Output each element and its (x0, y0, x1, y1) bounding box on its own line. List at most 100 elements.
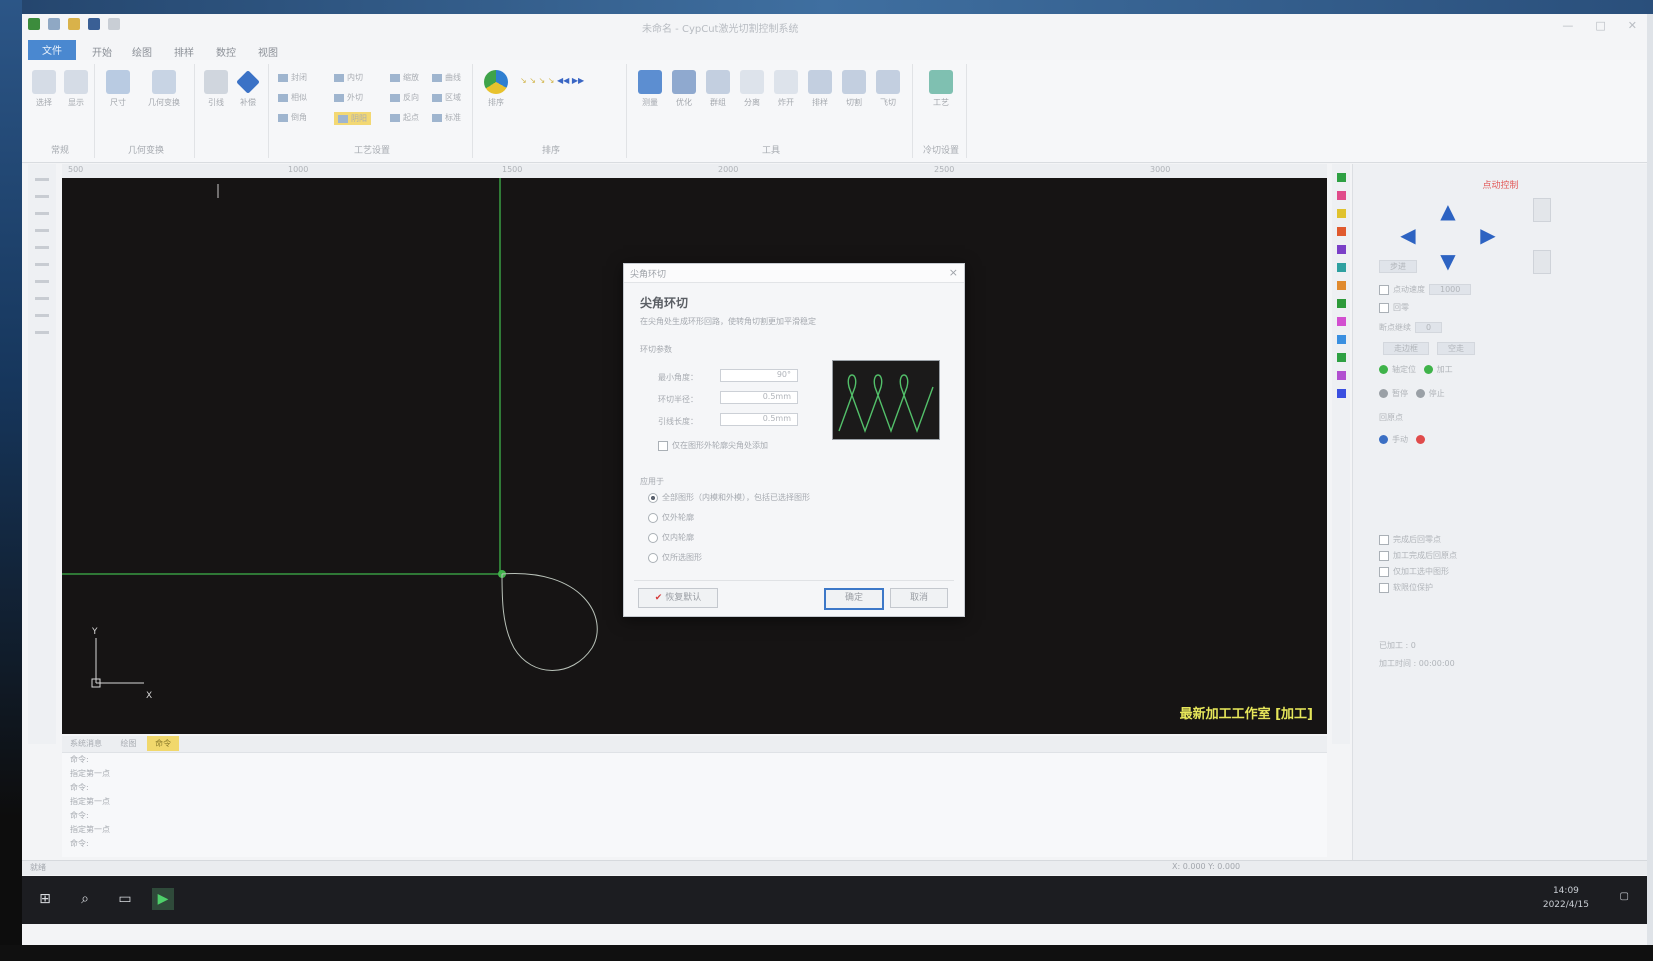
search-icon[interactable]: ⌕ (74, 888, 96, 910)
open-file-icon[interactable] (68, 18, 80, 30)
ribbon-small-reverse[interactable]: 反向 (390, 92, 419, 103)
layer-color-swatch[interactable] (1336, 281, 1346, 290)
task-view-icon[interactable]: ▭ (114, 888, 136, 910)
option-return-zero[interactable]: 完成后回零点 (1379, 534, 1441, 545)
minimize-icon[interactable]: — (1562, 19, 1573, 32)
size-button[interactable]: 尺寸 (104, 70, 132, 114)
ribbon-small-chamfer[interactable]: 倒角 (278, 112, 307, 123)
ribbon-small-similar[interactable]: 相似 (278, 92, 307, 103)
jog-left-icon[interactable]: ◀ (1397, 224, 1419, 246)
tool-handle[interactable] (35, 246, 49, 249)
compensation-button[interactable]: 补偿 (234, 70, 262, 114)
jog-up-icon[interactable]: ▲ (1437, 200, 1459, 222)
maximize-icon[interactable]: □ (1595, 19, 1605, 32)
tool-handle[interactable] (35, 297, 49, 300)
layer-color-swatch[interactable] (1336, 263, 1346, 272)
apply-outer-radio[interactable]: 仅外轮廓 (648, 512, 694, 523)
loop-radius-input[interactable]: 0.5mm (720, 391, 798, 404)
app-icon[interactable] (28, 18, 40, 30)
tab-system-messages[interactable]: 系统消息 (62, 736, 110, 751)
system-clock[interactable]: 14:09 2022/4/15 (1543, 884, 1589, 912)
tab-drawing[interactable]: 绘图 (113, 736, 145, 751)
notification-icon[interactable]: ▢ (1620, 891, 1629, 902)
lead-length-input[interactable]: 0.5mm (720, 413, 798, 426)
optimize-button[interactable]: 优化 (670, 70, 698, 114)
cut-button[interactable]: 切割 (840, 70, 868, 114)
layer-color-swatch[interactable] (1336, 335, 1346, 344)
nest-button[interactable]: 排样 (806, 70, 834, 114)
close-icon[interactable]: × (949, 266, 958, 279)
option-return-origin[interactable]: 加工完成后回原点 (1379, 550, 1457, 561)
select-button[interactable]: 选择 (30, 70, 58, 114)
tool-handle[interactable] (35, 178, 49, 181)
separate-button[interactable]: 分离 (738, 70, 766, 114)
menu-file[interactable]: 文件 (28, 40, 76, 60)
ribbon-small-start[interactable]: 起点 (390, 112, 419, 123)
explode-button[interactable]: 炸开 (772, 70, 800, 114)
apply-inner-radio[interactable]: 仅内轮廓 (648, 532, 694, 543)
display-button[interactable]: 显示 (62, 70, 90, 114)
pause-stop-row[interactable]: 暂停 停止 (1379, 388, 1445, 399)
layer-color-swatch[interactable] (1336, 191, 1346, 200)
ribbon-small-standard[interactable]: 标准 (432, 112, 461, 123)
layer-color-swatch[interactable] (1336, 389, 1346, 398)
jog-z-up-button[interactable] (1533, 198, 1551, 222)
menu-nesting[interactable]: 排样 (164, 42, 204, 61)
option-soft-limit[interactable]: 软限位保护 (1379, 582, 1433, 593)
apply-selected-radio[interactable]: 仅所选图形 (648, 552, 702, 563)
jog-z-down-button[interactable] (1533, 250, 1551, 274)
ok-button[interactable]: 确定 (824, 588, 884, 610)
new-file-icon[interactable] (48, 18, 60, 30)
layer-color-swatch[interactable] (1336, 299, 1346, 308)
tool-handle[interactable] (35, 195, 49, 198)
reset-defaults-button[interactable]: ✔ 恢复默认 (638, 588, 718, 608)
sort-button[interactable]: 排序 (482, 70, 510, 114)
sort-direction-icons[interactable]: ↘ ↘ ↘ ↘ ◀◀ ▶▶ (520, 76, 584, 85)
menu-draw[interactable]: 绘图 (122, 42, 162, 61)
step-button[interactable]: 步进 (1375, 260, 1421, 273)
ribbon-small-outer[interactable]: 外切 (334, 92, 363, 103)
save-icon[interactable] (88, 18, 100, 30)
jog-speed-row[interactable]: 点动速度 1000 (1379, 284, 1475, 295)
undo-icon[interactable] (108, 18, 120, 30)
close-icon[interactable]: ✕ (1628, 19, 1637, 32)
resume-row[interactable]: 断点继续 0 (1379, 322, 1446, 333)
layer-color-swatch[interactable] (1336, 353, 1346, 362)
tool-handle[interactable] (35, 280, 49, 283)
corner-loop-path[interactable] (501, 573, 598, 671)
tool-handle[interactable] (35, 212, 49, 215)
ribbon-small-inner[interactable]: 内切 (334, 72, 363, 83)
process-button[interactable]: 工艺 (927, 70, 955, 114)
manual-row[interactable]: 手动 (1379, 434, 1429, 445)
layer-color-swatch[interactable] (1336, 173, 1346, 182)
measure-button[interactable]: 测量 (636, 70, 664, 114)
tab-commands[interactable]: 命令 (147, 736, 180, 751)
tool-handle[interactable] (35, 331, 49, 334)
ribbon-small-yinyang[interactable]: 阴阳 (334, 112, 371, 125)
menu-home[interactable]: 开始 (82, 42, 122, 61)
flycut-button[interactable]: 飞切 (874, 70, 902, 114)
ribbon-small-curve[interactable]: 曲线 (432, 72, 461, 83)
min-angle-input[interactable]: 90° (720, 369, 798, 382)
tool-handle[interactable] (35, 263, 49, 266)
outer-only-checkbox[interactable]: 仅在图形外轮廓尖角处添加 (658, 440, 768, 451)
jog-down-icon[interactable]: ▼ (1437, 250, 1459, 272)
ribbon-small-region[interactable]: 区域 (432, 92, 461, 103)
group-button[interactable]: 群组 (704, 70, 732, 114)
jog-right-icon[interactable]: ▶ (1477, 224, 1499, 246)
menu-view[interactable]: 视图 (248, 42, 288, 61)
ribbon-small-scale[interactable]: 缩放 (390, 72, 419, 83)
tool-handle[interactable] (35, 229, 49, 232)
origin-row[interactable]: 回原点 (1379, 412, 1403, 423)
apply-all-radio[interactable]: 全部图形（内模和外模），包括已选择图形 (648, 492, 810, 503)
frame-row[interactable]: 走边框 空走 (1379, 342, 1479, 355)
layer-color-swatch[interactable] (1336, 317, 1346, 326)
cypcut-app-icon[interactable]: ▶ (152, 888, 174, 910)
lead-button[interactable]: 引线 (202, 70, 230, 114)
option-selected-only[interactable]: 仅加工选中图形 (1379, 566, 1449, 577)
layer-color-swatch[interactable] (1336, 245, 1346, 254)
home-row[interactable]: 回零 (1379, 302, 1409, 313)
transform-button[interactable]: 几何变换 (142, 70, 186, 114)
layer-color-swatch[interactable] (1336, 371, 1346, 380)
ribbon-small-closed[interactable]: 封闭 (278, 72, 307, 83)
